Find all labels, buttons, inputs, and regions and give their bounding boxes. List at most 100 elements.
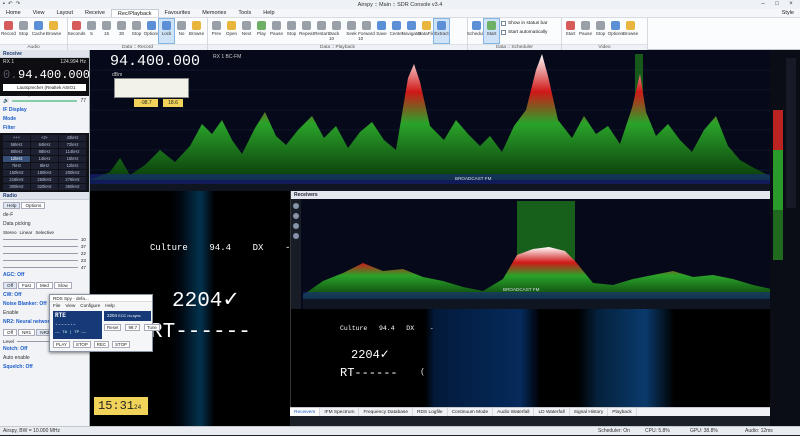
spectrum-frequency[interactable]: 94.400.000 [110, 53, 200, 70]
filter-button[interactable]: 43kHz [59, 135, 86, 141]
tab-signal-history[interactable]: Signal History [570, 408, 609, 416]
filter-button[interactable]: 180kHz [31, 170, 58, 176]
filter-button[interactable]: 72kHz [59, 142, 86, 148]
squelch-header[interactable]: Squelch: Off [0, 363, 89, 372]
rds-spy-rec-button[interactable]: REC [93, 341, 110, 348]
playback-extract-button[interactable]: Extract [433, 18, 450, 44]
nr2-off[interactable]: Off [3, 329, 18, 336]
nr2-nr1[interactable]: NR1 [18, 329, 36, 336]
menu-favourites[interactable]: Favourites [159, 9, 197, 17]
menu-layout[interactable]: Layout [51, 9, 80, 17]
record-lock-button[interactable]: Lock [158, 18, 175, 44]
playback-play-button[interactable]: Play [254, 19, 269, 43]
tab-rds-logfile[interactable]: RDS Logfile [413, 408, 448, 416]
filter-button[interactable]: 12kHz [59, 163, 86, 169]
filter-button[interactable]: +2+ [31, 135, 58, 141]
agc-header[interactable]: AGC: Off [0, 271, 89, 280]
record-15-button[interactable]: 15 [99, 19, 114, 43]
filter-button[interactable]: 250kHz [31, 177, 58, 183]
record-seconds-button[interactable]: Seconds [68, 19, 85, 43]
tab-ld-waterfall[interactable]: LD Waterfall [534, 408, 570, 416]
scheduler-schedule-button[interactable]: Schedule [467, 19, 486, 43]
menu-home[interactable]: Home [0, 9, 27, 17]
filter-button[interactable]: 14kHz [31, 156, 58, 162]
section-mode[interactable]: Mode [0, 115, 89, 124]
record-stop-button[interactable]: Stop [129, 19, 144, 43]
rds-spy-stop-button[interactable]: STOP [72, 341, 91, 348]
playback-forward10-button[interactable]: Forward 10 [358, 19, 375, 43]
rds-spy-freq-field[interactable]: 99.7 [125, 324, 141, 331]
slider[interactable] [3, 260, 78, 261]
agc-fast[interactable]: Fast [18, 282, 35, 289]
filter-button[interactable]: +++ [3, 135, 30, 141]
rds-spy-play-button[interactable]: PLAY [53, 341, 70, 348]
rds-spy-window[interactable]: RDS Spy - defa... File View Configure He… [49, 294, 160, 352]
speaker-icon[interactable]: 🔊 [3, 98, 9, 104]
rds-spy-tune-button[interactable]: Tune [144, 324, 160, 331]
filter-button[interactable]: 12kHz [3, 156, 30, 162]
playback-pause-button[interactable]: Pause [269, 19, 284, 43]
menu-memories[interactable]: Memories [196, 9, 232, 17]
radio-row-def[interactable]: de-F [0, 211, 89, 220]
minimize-icon[interactable]: – [756, 0, 770, 9]
radio-tab-help[interactable]: Help [3, 202, 21, 209]
menu-help[interactable]: Help [257, 9, 280, 17]
show-status-bar-checkbox[interactable]: Show in status bar [501, 19, 547, 28]
tab-continuum-mode[interactable]: Continuum Mode [448, 408, 494, 416]
playback-back10-button[interactable]: Back 10 [329, 19, 344, 43]
filter-button[interactable]: 88kHz [31, 149, 58, 155]
record-browse-button[interactable]: Browse [189, 19, 204, 43]
record-options-button[interactable]: Options [144, 19, 159, 43]
rds-spy-menu-help[interactable]: Help [105, 303, 114, 308]
rx-frequency[interactable]: 94.400.000 [18, 68, 89, 82]
main-spectrum[interactable]: 94.400.000 RX 1 BC-FM dBm -98.7 18.6 BRO… [90, 50, 770, 191]
playback-repeat-button[interactable]: Repeat [299, 19, 314, 43]
filter-button[interactable]: 56kHz [3, 142, 30, 148]
filter-button[interactable]: 7kHz [3, 163, 30, 169]
filter-button[interactable]: 16kHz [59, 156, 86, 162]
playback-open-button[interactable]: Open [224, 19, 239, 43]
agc-slow[interactable]: Slow [53, 282, 72, 289]
stereo-linear-radio[interactable]: Linear [20, 230, 33, 235]
filter-button[interactable]: 320kHz [31, 184, 58, 190]
redo-icon[interactable]: ↷ [16, 1, 21, 7]
rds-spy-stop2-button[interactable]: STOP [112, 341, 130, 348]
playback-navigator-button[interactable]: Navigator [402, 19, 421, 43]
audio-cache-button[interactable]: Cache [31, 19, 46, 43]
undo-icon[interactable]: ↶ [8, 1, 13, 7]
playback-stop-button[interactable]: Stop [284, 19, 299, 43]
agc-med[interactable]: Med [35, 282, 53, 289]
settings-icon[interactable] [293, 233, 299, 239]
style-menu[interactable]: Style [776, 9, 800, 17]
record-5-button[interactable]: 5 [84, 19, 99, 43]
save-icon[interactable]: ▪ [3, 1, 5, 7]
filter-button[interactable]: 276kHz [59, 177, 86, 183]
filter-button[interactable]: 216kHz [3, 177, 30, 183]
playback-datafile-button[interactable]: DataFile [418, 19, 435, 43]
radio-row-data-picking[interactable]: Data picking [0, 220, 89, 229]
slider[interactable] [3, 239, 78, 240]
record-no-button[interactable]: No [174, 19, 189, 43]
tab-ifm-spectrum[interactable]: IFM Spectrum [320, 408, 360, 416]
menu-rec-playback[interactable]: Rec/Playback [110, 9, 159, 17]
section-if-display[interactable]: IF Display [0, 106, 89, 115]
audio-browse-button[interactable]: Browse [46, 19, 61, 43]
menu-receive[interactable]: Receive [79, 9, 111, 17]
slider[interactable] [3, 246, 78, 247]
audio-device-select[interactable]: Lautsprecher (Realtek ASIO1 Audio) [3, 84, 86, 97]
rds-spy-menu-configure[interactable]: Configure [80, 303, 100, 308]
filter-button[interactable]: 350kHz [59, 184, 86, 190]
pan-icon[interactable] [293, 223, 299, 229]
start-automatically-checkbox[interactable]: Start automatically [501, 28, 547, 37]
rds-spy-menu-view[interactable]: View [65, 303, 75, 308]
video-options-button[interactable]: Options [608, 19, 623, 43]
playback-prev-button[interactable]: Prev [209, 19, 224, 43]
playback-seek-button[interactable]: Seek [344, 19, 359, 43]
notch-auto-checkbox[interactable]: Auto enable [0, 354, 89, 363]
filter-button[interactable]: 150kHz [3, 170, 30, 176]
rds-spy-menu-file[interactable]: File [53, 303, 60, 308]
menu-tools[interactable]: Tools [232, 9, 257, 17]
tab-receivers[interactable]: Receivers [290, 408, 321, 416]
video-pause-button[interactable]: Pause [578, 19, 593, 43]
video-stop-button[interactable]: Stop [593, 19, 608, 43]
